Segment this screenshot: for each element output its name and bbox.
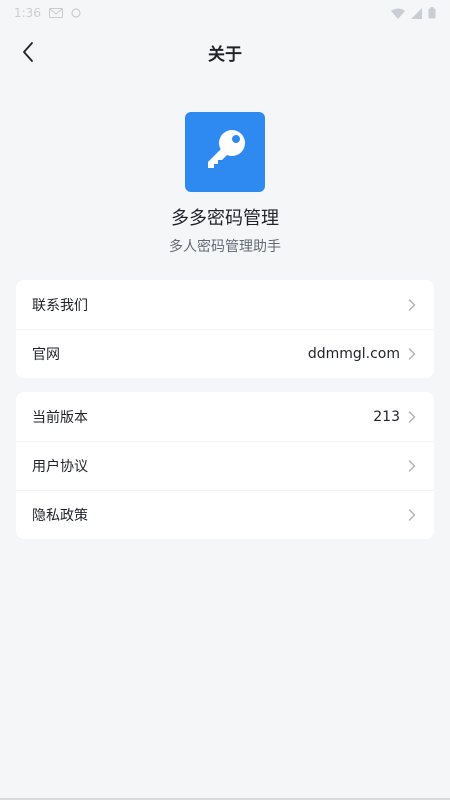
contact-us-row[interactable]: 联系我们 xyxy=(16,280,434,329)
website-value: ddmmgl.com xyxy=(307,346,400,362)
sync-icon xyxy=(71,8,81,18)
chevron-right-icon xyxy=(408,298,416,311)
key-icon xyxy=(199,124,251,180)
battery-icon xyxy=(428,7,436,19)
version-row[interactable]: 当前版本 213 xyxy=(16,392,434,441)
contact-card: 联系我们 官网 ddmmgl.com xyxy=(16,280,434,378)
app-logo xyxy=(185,112,265,192)
chevron-left-icon xyxy=(22,42,34,62)
website-row[interactable]: 官网 ddmmgl.com xyxy=(16,329,434,378)
version-value: 213 xyxy=(373,408,400,425)
row-label: 当前版本 xyxy=(32,409,88,426)
status-bar: 1:36 xyxy=(0,0,450,26)
status-left: 1:36 xyxy=(14,6,81,20)
nav-bar: 关于 xyxy=(0,28,450,76)
row-right xyxy=(408,298,416,311)
chevron-right-icon xyxy=(408,509,416,521)
row-label: 联系我们 xyxy=(32,297,88,314)
row-right: 213 xyxy=(373,409,416,425)
chevron-right-icon xyxy=(408,460,416,472)
app-name: 多多密码管理 xyxy=(171,208,279,229)
app-subtitle: 多人密码管理助手 xyxy=(169,239,281,255)
status-right xyxy=(391,7,436,19)
row-right: ddmmgl.com xyxy=(308,346,416,362)
page-title: 关于 xyxy=(208,44,242,65)
user-agreement-row[interactable]: 用户协议 xyxy=(16,441,434,490)
privacy-policy-row[interactable]: 隐私政策 xyxy=(16,490,434,539)
back-button[interactable] xyxy=(8,32,48,72)
wifi-icon xyxy=(391,8,405,19)
signal-icon xyxy=(411,7,422,19)
row-label: 官网 xyxy=(32,347,60,363)
chevron-right-icon xyxy=(408,410,416,423)
info-card: 当前版本 213 用户协议 隐私政策 xyxy=(16,392,434,539)
status-time: 1:36 xyxy=(14,6,41,20)
row-right xyxy=(408,509,416,521)
row-label: 用户协议 xyxy=(32,459,88,475)
chevron-right-icon xyxy=(408,348,416,360)
app-header: 多多密码管理 多人密码管理助手 xyxy=(0,112,450,256)
row-right xyxy=(408,460,416,472)
notification-icon xyxy=(48,8,63,18)
row-label: 隐私政策 xyxy=(32,508,88,524)
